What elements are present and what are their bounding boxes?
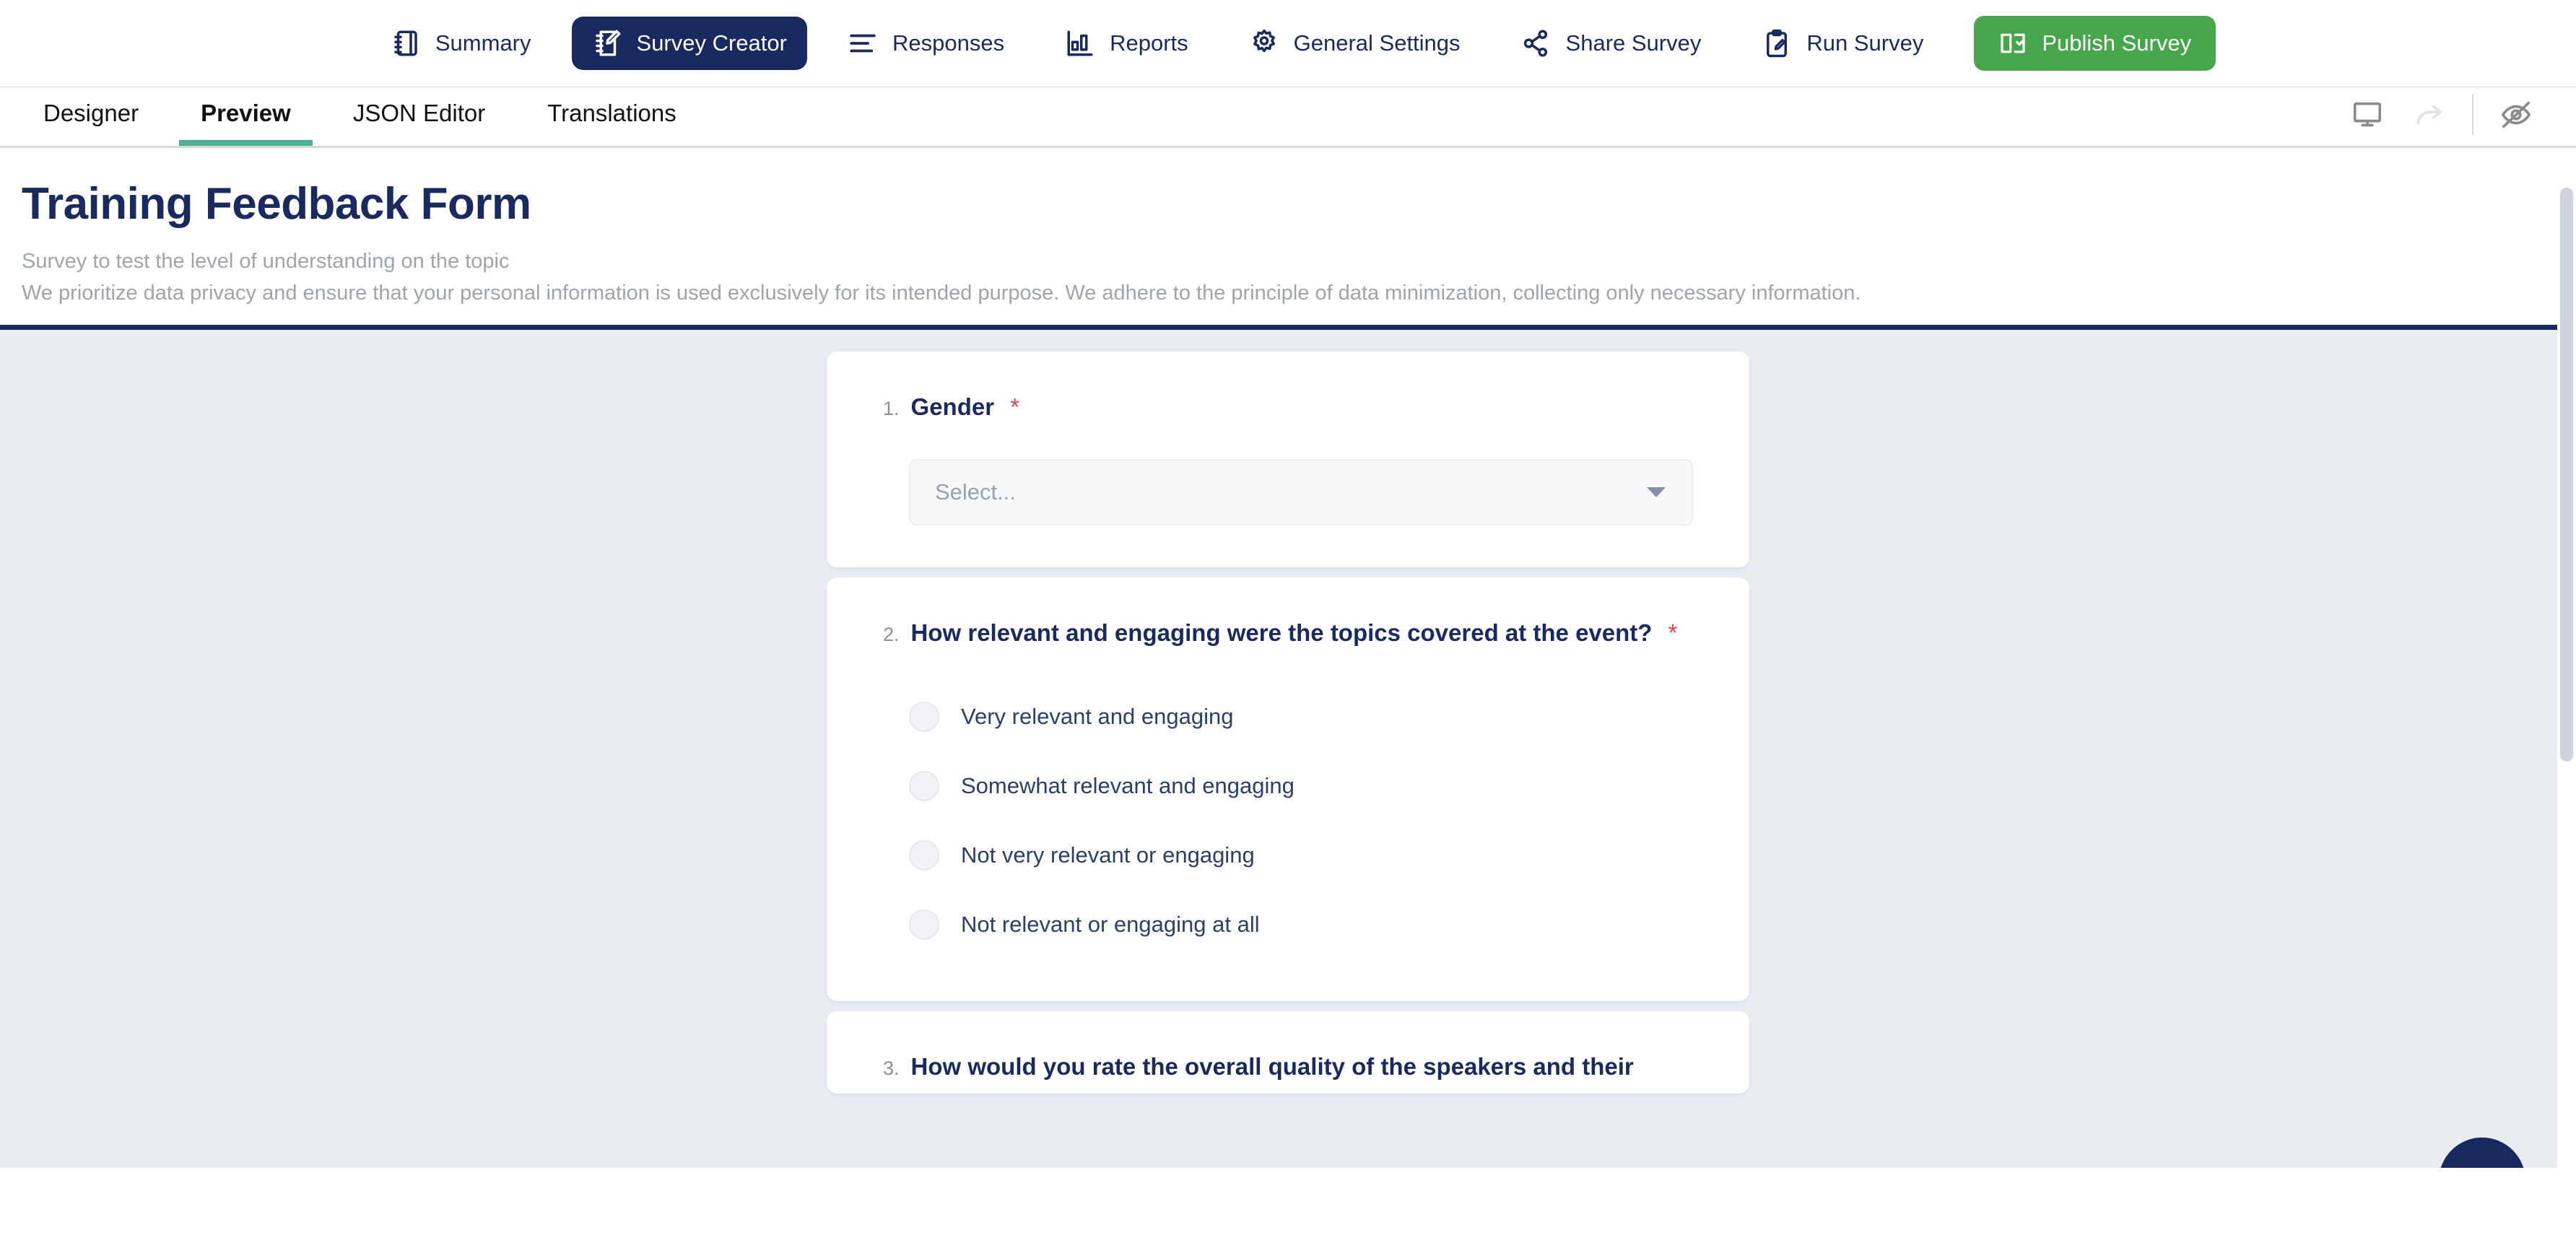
tab-label: JSON Editor [352, 100, 486, 126]
question-list: 1. Gender * Select... 2. How relevant an… [827, 330, 1749, 1094]
nav-item-survey-creator[interactable]: Survey Creator [571, 16, 807, 70]
tab-label: Preview [201, 100, 291, 126]
page-title: Training Feedback Form [22, 179, 531, 229]
radio-option[interactable]: Somewhat relevant and engaging [909, 751, 1693, 821]
question-title: How would you rate the overall quality o… [910, 1053, 1634, 1080]
eye-off-icon[interactable] [2485, 94, 2547, 136]
tab-translations[interactable]: Translations [526, 100, 698, 146]
nav-item-label: Responses [892, 30, 1005, 56]
question-title: Gender [910, 393, 995, 421]
device-preview-icon[interactable] [2336, 94, 2398, 136]
redo-icon[interactable] [2398, 94, 2460, 136]
top-navigation-bar: Summary Survey Creator Responses Reports… [0, 0, 2576, 88]
toolbar-divider [2472, 95, 2473, 135]
question-number: 2. [883, 624, 900, 646]
question-title: How relevant and engaging were the topic… [910, 619, 1653, 647]
survey-description-line-2: We prioritize data privacy and ensure th… [22, 281, 1861, 305]
tab-bar-actions [2336, 94, 2547, 136]
nav-item-responses[interactable]: Responses [827, 17, 1024, 70]
nav-item-summary[interactable]: Summary [370, 17, 552, 70]
radio-option[interactable]: Not very relevant or engaging [909, 821, 1693, 890]
survey-header: Training Feedback Form Survey to test th… [0, 148, 2576, 331]
survey-description: Survey to test the level of understandin… [22, 245, 2554, 309]
gender-dropdown[interactable]: Select... [909, 459, 1693, 526]
nav-item-label: Run Survey [1806, 30, 1924, 56]
tab-json-editor[interactable]: JSON Editor [331, 100, 507, 146]
list-lines-icon [848, 28, 878, 58]
radio-option-label: Not relevant or engaging at all [961, 912, 1260, 938]
book-check-icon [1998, 29, 2027, 58]
publish-survey-label: Publish Survey [2042, 30, 2192, 56]
required-marker: * [1668, 619, 1678, 647]
chevron-down-icon [1647, 487, 1666, 498]
nav-item-label: Summary [435, 30, 531, 56]
editor-tab-bar: Designer Preview JSON Editor Translation… [0, 88, 2576, 148]
tab-preview[interactable]: Preview [179, 100, 313, 146]
floating-action-button[interactable] [2439, 1138, 2525, 1169]
notebook-icon [391, 28, 421, 58]
question-number: 3. [883, 1057, 900, 1080]
notebook-pencil-icon [592, 28, 622, 58]
radio-option-label: Somewhat relevant and engaging [961, 773, 1294, 799]
survey-preview-body: 1. Gender * Select... 2. How relevant an… [0, 330, 2576, 1169]
question-header: 1. Gender * [883, 392, 1693, 423]
clipboard-pencil-icon [1762, 28, 1792, 58]
tab-designer[interactable]: Designer [22, 100, 160, 146]
tab-label: Translations [547, 100, 676, 126]
radio-button-icon[interactable] [909, 702, 939, 733]
required-marker: * [1010, 393, 1019, 421]
question-number: 1. [883, 398, 900, 420]
share-nodes-icon [1521, 28, 1552, 58]
question-header: 2. How relevant and engaging were the to… [883, 618, 1693, 649]
radio-option[interactable]: Very relevant and engaging [909, 682, 1693, 751]
bar-chart-icon [1065, 28, 1095, 58]
radio-button-icon[interactable] [909, 771, 939, 802]
nav-item-share-survey[interactable]: Share Survey [1501, 17, 1722, 70]
radio-button-icon[interactable] [909, 840, 939, 871]
question-card-1: 1. Gender * Select... [827, 352, 1749, 568]
question-header: 3. How would you rate the overall qualit… [883, 1052, 1693, 1083]
nav-item-label: Share Survey [1565, 30, 1702, 56]
survey-description-line-1: Survey to test the level of understandin… [22, 250, 510, 274]
dropdown-placeholder: Select... [935, 479, 1016, 505]
nav-item-general-settings[interactable]: General Settings [1229, 17, 1481, 70]
radio-button-icon[interactable] [909, 909, 939, 940]
gear-icon [1249, 28, 1279, 58]
radio-option-label: Not very relevant or engaging [961, 842, 1255, 868]
nav-item-label: General Settings [1293, 30, 1461, 56]
tab-label: Designer [43, 100, 139, 126]
radio-group: Very relevant and engaging Somewhat rele… [909, 682, 1693, 959]
radio-option-label: Very relevant and engaging [961, 704, 1234, 730]
question-card-2: 2. How relevant and engaging were the to… [827, 577, 1749, 1002]
radio-option[interactable]: Not relevant or engaging at all [909, 890, 1693, 959]
question-card-3: 3. How would you rate the overall qualit… [827, 1011, 1749, 1094]
nav-item-run-survey[interactable]: Run Survey [1741, 17, 1944, 70]
nav-item-reports[interactable]: Reports [1045, 17, 1209, 70]
nav-item-label: Survey Creator [636, 30, 787, 56]
nav-item-label: Reports [1110, 30, 1188, 56]
page-scrollbar-thumb[interactable] [2560, 188, 2573, 761]
publish-survey-button[interactable]: Publish Survey [1974, 15, 2216, 71]
page-scrollbar-track[interactable] [2557, 188, 2576, 1253]
